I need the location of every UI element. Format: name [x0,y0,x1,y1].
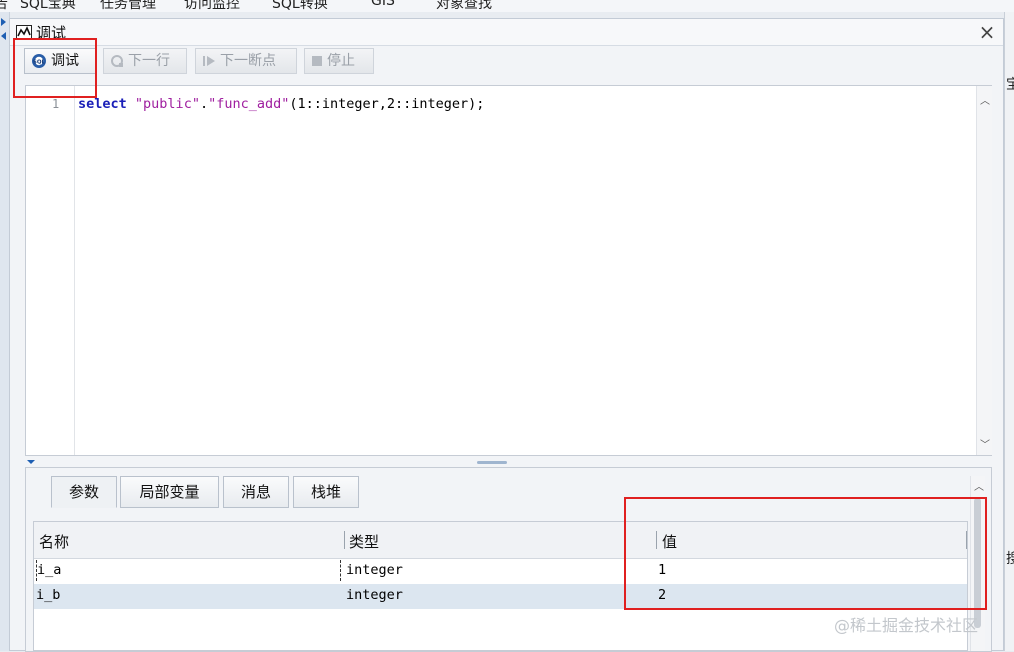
stop-button[interactable]: 停止 [304,48,374,74]
sql-editor[interactable]: 1 select "public"."func_add"(1::integer,… [25,85,992,456]
debug-button-label: 调试 [51,53,79,69]
column-separator[interactable] [656,531,657,549]
right-strip-label-bottom: 搜 [1006,551,1014,567]
debug-window: 调试 × SQL 调试 下一行 下一断点 停止 1 select "public… [9,18,1004,652]
table-row[interactable]: i_a integer 1 [34,559,967,584]
splitter-grip[interactable] [477,461,507,464]
line-number: 1 [52,97,60,111]
close-button[interactable]: × [976,21,998,43]
tab-local-variables[interactable]: 局部变量 [120,476,219,508]
menu-item-sql-convert[interactable]: SQL转换 [272,0,328,12]
cell-name[interactable]: i_a [36,560,341,581]
scroll-down-icon[interactable]: ﹀ [980,436,990,451]
next-line-button[interactable]: 下一行 [103,48,187,74]
tab-stack[interactable]: 栈堆 [293,476,359,508]
table-row[interactable]: i_b integer 2 [34,584,967,609]
watermark: @稀土掘金技术社区 [834,616,979,635]
column-header-type[interactable]: 类型 [349,531,379,552]
cell-type[interactable]: integer [346,562,403,578]
window-titlebar: 调试 × [10,19,1003,46]
window-title: 调试 [36,24,67,42]
code-function: "func_add" [208,96,290,112]
menu-item-task-management[interactable]: 任务管理 [100,0,156,12]
next-breakpoint-button[interactable]: 下一断点 [195,48,297,74]
next-breakpoint-label: 下一断点 [220,53,276,69]
menu-item-object-search[interactable]: 对象查找 [436,0,492,12]
menu-item-access-monitor[interactable]: 访问监控 [184,0,240,12]
parameters-table: 名称 类型 值 i_a integer 1 i_b integer 2 [33,521,968,651]
scroll-up-icon[interactable]: ︿ [980,92,990,107]
debug-button[interactable]: SQL 调试 [24,48,96,74]
splitter-arrow-icon[interactable] [27,460,35,464]
svg-text:SQL: SQL [33,59,46,65]
code-line[interactable]: select "public"."func_add"(1::integer,2:… [78,96,484,112]
editor-scrollbar[interactable]: ︿ ﹀ [976,86,992,455]
chart-line-icon [16,25,32,39]
right-side-strip: 宝 搜 [1004,12,1014,651]
expand-arrow-icon[interactable] [1,18,6,26]
scroll-thumb[interactable] [974,498,981,628]
play-icon [203,56,215,66]
tab-parameters[interactable]: 参数 [51,476,117,508]
menu-item-fragment[interactable]: 告 [0,0,8,12]
menu-item-gis[interactable]: GIS [371,0,395,9]
cell-name[interactable]: i_b [36,587,60,603]
code-arguments: (1::integer,2::integer); [289,96,485,112]
collapse-arrow-icon[interactable] [1,32,6,40]
code-keyword: select [78,96,127,112]
sql-gear-icon: SQL [32,54,46,68]
next-line-label: 下一行 [128,53,170,69]
stop-icon [312,56,322,66]
cell-value[interactable]: 2 [658,587,666,603]
code-schema: "public" [134,96,200,112]
column-header-value[interactable]: 值 [662,531,677,552]
panel-splitter[interactable] [25,458,992,466]
column-header-name[interactable]: 名称 [39,531,69,552]
table-header: 名称 类型 值 [34,522,967,559]
menu-bar: 告 SQL宝典 任务管理 访问监控 SQL转换 GIS 对象查找 [0,0,1014,12]
tab-messages[interactable]: 消息 [223,476,289,508]
step-over-icon [111,55,123,67]
cell-value[interactable]: 1 [658,562,666,578]
column-separator[interactable] [344,531,345,549]
line-number-gutter: 1 [26,86,75,455]
stop-label: 停止 [327,53,355,69]
scroll-up-icon[interactable]: ︿ [974,478,984,493]
menu-item-sql-dictionary[interactable]: SQL宝典 [20,0,76,12]
code-dot: . [199,96,209,112]
right-strip-label-top: 宝 [1006,77,1014,93]
column-separator[interactable] [966,531,967,549]
cell-type[interactable]: integer [346,587,403,603]
